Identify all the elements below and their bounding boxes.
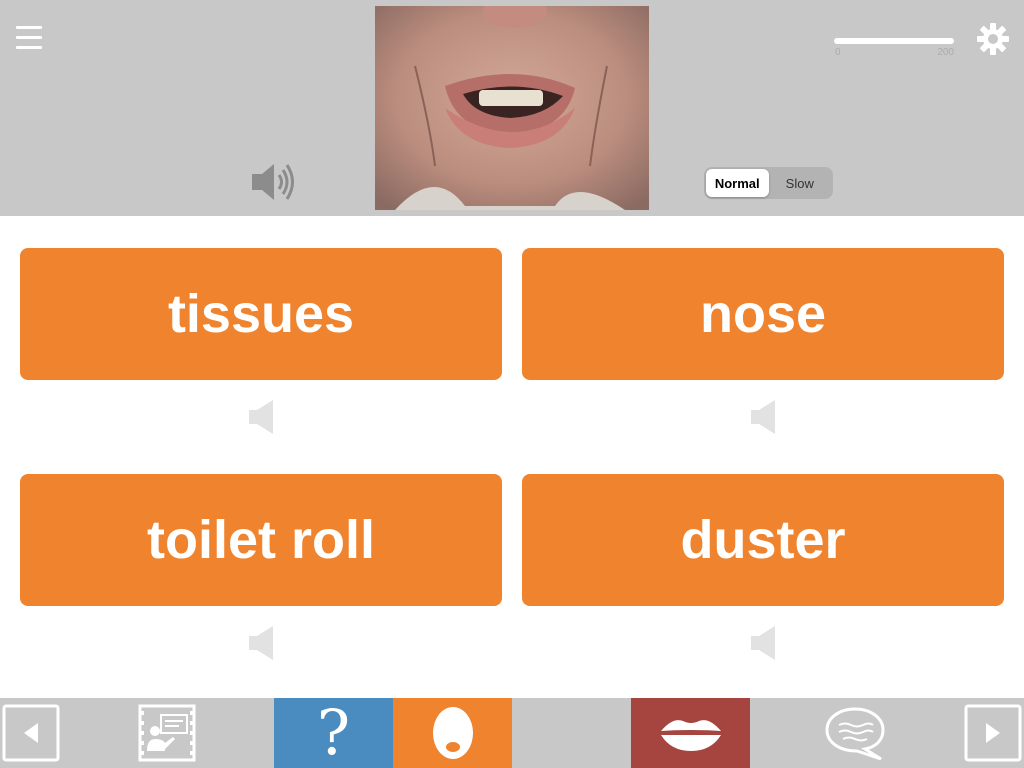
question-mark-icon: ? [316, 696, 351, 768]
conversation-button[interactable] [820, 698, 892, 768]
speed-slow-option[interactable]: Slow [769, 169, 832, 197]
right-arrow-icon [964, 704, 1022, 762]
previous-button[interactable] [0, 698, 62, 768]
left-arrow-icon [2, 704, 60, 762]
answer-speaker-icon[interactable] [247, 624, 277, 662]
answer-speaker-icon[interactable] [247, 398, 277, 436]
bottom-toolbar: ? [0, 698, 1024, 768]
lips-icon [660, 720, 721, 751]
volume-max-label: 200 [937, 47, 954, 58]
open-mouth-tile[interactable] [393, 698, 512, 768]
speed-normal-option[interactable]: Normal [706, 169, 769, 197]
teacher-board-icon [138, 704, 196, 762]
answer-button-duster[interactable]: duster [522, 474, 1004, 606]
menu-icon[interactable] [16, 26, 44, 54]
answer-button-nose[interactable]: nose [522, 248, 1004, 380]
answer-speaker-icon[interactable] [749, 624, 779, 662]
next-button[interactable] [962, 698, 1024, 768]
speed-toggle: Normal Slow [704, 167, 833, 199]
speech-bubble-icon [825, 707, 885, 761]
answer-speaker-icon[interactable] [749, 398, 779, 436]
settings-gear-icon[interactable] [976, 22, 1010, 56]
lips-mode-tile[interactable] [631, 698, 750, 768]
volume-min-label: 0 [835, 47, 841, 58]
open-mouth-icon [432, 707, 473, 759]
answer-button-toilet-roll[interactable]: toilet roll [20, 474, 502, 606]
speaker-mouth-video[interactable] [375, 6, 649, 210]
volume-track[interactable] [834, 38, 954, 44]
top-bar: Normal Slow 0 200 [0, 0, 1024, 216]
answer-button-tissues[interactable]: tissues [20, 248, 502, 380]
face-image [375, 6, 649, 210]
lesson-video-button[interactable] [136, 698, 198, 768]
play-audio-speaker-icon[interactable] [248, 160, 298, 204]
volume-slider[interactable]: 0 200 [834, 34, 954, 60]
question-mode-tile[interactable]: ? [274, 698, 393, 768]
